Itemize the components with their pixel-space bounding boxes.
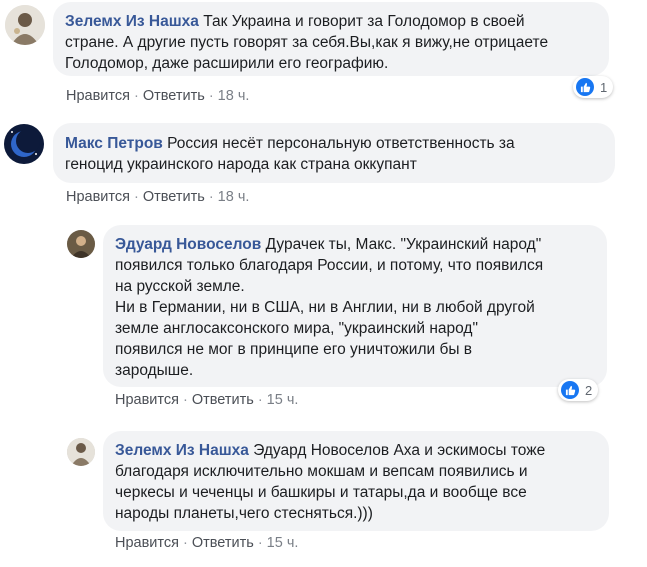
comment-text-line: народы планеты,чего стесняться.))) — [115, 505, 373, 522]
comment-actions: Нравится · Ответить · 15 ч. — [115, 535, 299, 551]
comment-text-line: стране. А другие пусть говорят за себя.В… — [65, 34, 549, 51]
comment-bubble: Зелемх Из Нашха Так Украина и говорит за… — [53, 2, 609, 76]
reply-link[interactable]: Ответить — [143, 88, 205, 104]
reaction-count[interactable]: 2 — [558, 379, 599, 401]
avatar-image — [67, 230, 95, 258]
avatar-image — [4, 124, 44, 164]
avatar-image — [5, 5, 45, 45]
comment-author[interactable]: Макс Петров — [65, 135, 163, 152]
comment-text-line: Ни в Германии, ни в США, ни в Англии, ни… — [115, 299, 535, 316]
comment-time[interactable]: 18 ч. — [218, 189, 250, 205]
comment-time[interactable]: 18 ч. — [218, 88, 250, 104]
comment-time[interactable]: 15 ч. — [267, 392, 299, 408]
reaction-count-label: 2 — [585, 382, 593, 398]
reaction-count[interactable]: 1 — [573, 76, 614, 98]
comment-text-line: Эдуард Новоселов Аха и эскимосы тоже — [253, 442, 546, 459]
like-link[interactable]: Нравится — [115, 535, 179, 551]
comment-text-line: геноцид украинского народа как страна ок… — [65, 156, 417, 173]
avatar-image — [67, 438, 95, 466]
comment-text-line: Россия несёт персональную ответственност… — [167, 135, 515, 152]
comment-bubble: Зелемх Из Нашха Эдуард Новоселов Аха и э… — [103, 431, 609, 531]
reply-link[interactable]: Ответить — [192, 392, 254, 408]
comment-actions: Нравится · Ответить · 18 ч. — [66, 88, 250, 104]
comment-author[interactable]: Зелемх Из Нашха — [65, 13, 199, 30]
reply-link[interactable]: Ответить — [192, 535, 254, 551]
reaction-count-label: 1 — [600, 79, 608, 95]
comment-author[interactable]: Эдуард Новоселов — [115, 236, 261, 253]
avatar[interactable] — [67, 438, 95, 466]
comment-actions: Нравится · Ответить · 15 ч. — [115, 392, 299, 408]
comment-text-line: Так Украина и говорит за Голодомор в сво… — [203, 13, 525, 30]
comment-text-line: Дурачек ты, Макс. "Украинский народ" — [265, 236, 542, 253]
comment-time[interactable]: 15 ч. — [267, 535, 299, 551]
thumbs-up-icon — [561, 381, 579, 399]
like-link[interactable]: Нравится — [66, 88, 130, 104]
comment-text-line: зародыше. — [115, 362, 194, 379]
comment-text-line: земле англосаксонского мира, "украинский… — [115, 320, 478, 337]
thumbs-up-icon — [576, 78, 594, 96]
comment-text-line: появился не мог в принципе его уничтожил… — [115, 341, 473, 358]
like-link[interactable]: Нравится — [66, 189, 130, 205]
comment-bubble: Эдуард Новоселов Дурачек ты, Макс. "Укра… — [103, 225, 607, 387]
avatar[interactable] — [5, 5, 45, 45]
comment-text-line: появился только благодаря России, и пото… — [115, 257, 544, 274]
comment-text-line: благодаря исключительно мокшам и вепсам … — [115, 463, 528, 480]
comment-actions: Нравится · Ответить · 18 ч. — [66, 189, 250, 205]
comment-text-line: на русской земле. — [115, 278, 245, 295]
comment-text-line: Голодомор, даже расширили его географию. — [65, 55, 389, 72]
like-link[interactable]: Нравится — [115, 392, 179, 408]
avatar[interactable] — [67, 230, 95, 258]
reply-link[interactable]: Ответить — [143, 189, 205, 205]
comment-author[interactable]: Зелемх Из Нашха — [115, 442, 249, 459]
comment-bubble: Макс Петров Россия несёт персональную от… — [53, 123, 615, 183]
comment-text-line: черкесы и чеченцы и башкиры и татары,да … — [115, 484, 527, 501]
avatar[interactable] — [4, 124, 44, 164]
